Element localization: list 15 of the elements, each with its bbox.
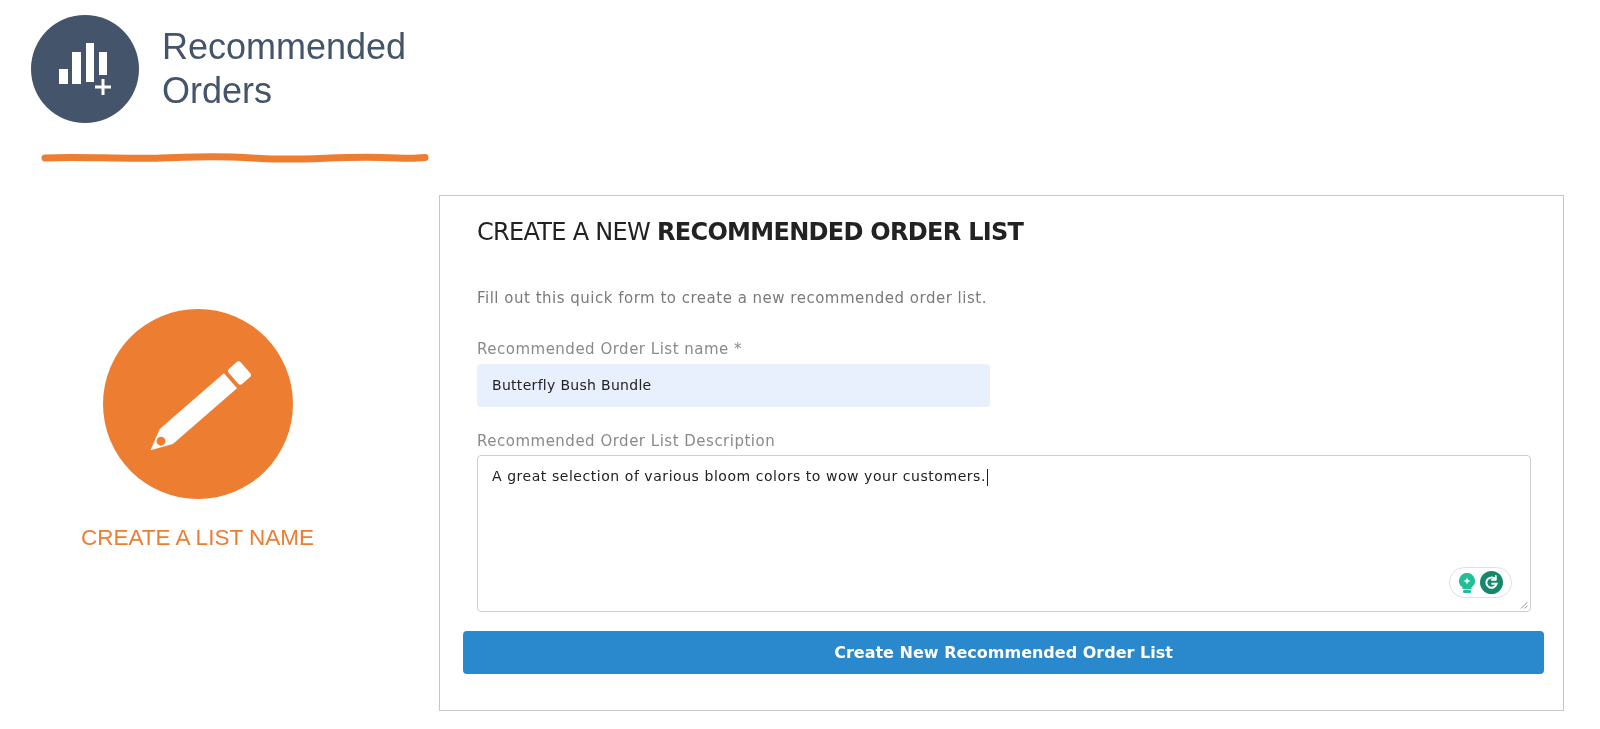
text-cursor-icon — [986, 468, 988, 486]
field-label: Recommended Order List name * — [477, 340, 744, 358]
description-textarea[interactable]: A great selection of various bloom colors to wow your customers. — [477, 455, 1531, 612]
form-intro: Fill out this quick form to create a new recommended order list. — [477, 288, 988, 308]
page-title: Recommended Orders — [162, 25, 408, 113]
bar-chart-plus-icon — [31, 15, 139, 123]
step-label: CREATE A LIST NAME — [81, 524, 314, 552]
field-label: Recommended Order List Description — [477, 432, 777, 450]
lightbulb-icon — [1458, 572, 1475, 593]
resize-handle-icon[interactable] — [1520, 601, 1528, 609]
writing-assistant-pill[interactable] — [1449, 567, 1512, 598]
name-input[interactable]: Butterfly Bush Bundle — [477, 364, 990, 407]
create-list-button[interactable]: Create New Recommended Order List — [463, 631, 1544, 674]
pencil-icon — [102, 309, 293, 499]
form-title: CREATE A NEW RECOMMENDED ORDER LIST — [477, 217, 1025, 248]
